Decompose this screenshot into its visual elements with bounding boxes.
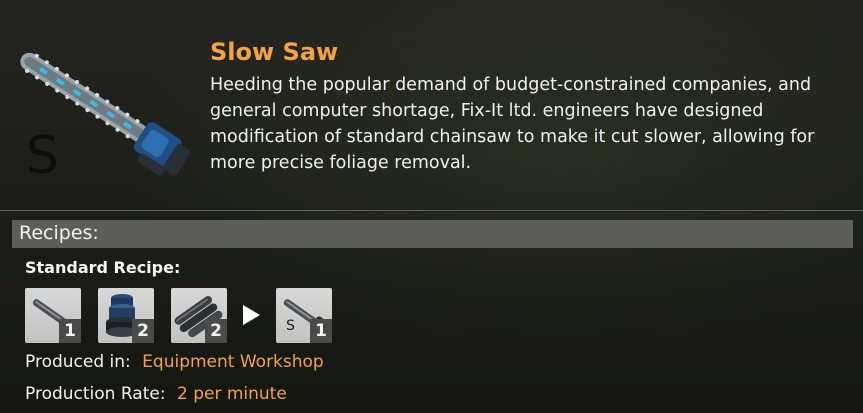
item-description: Heeding the popular demand of budget-con… <box>210 75 815 173</box>
recipes-header: Recipes: <box>12 220 853 248</box>
arrow-right-icon <box>243 305 260 325</box>
input-count: 2 <box>132 319 154 343</box>
recipe-name: Standard Recipe: <box>25 258 181 277</box>
divider <box>0 210 863 211</box>
item-title: Slow Saw <box>210 38 339 66</box>
recipe-input-slot-gear-stack[interactable]: 2 <box>98 288 154 343</box>
recipe-output-slot-chainsaw[interactable]: S 1 <box>276 288 332 343</box>
produced-in-value[interactable]: Equipment Workshop <box>142 352 324 372</box>
output-letter: S <box>286 318 295 334</box>
item-info-panel: S Slow Saw Heeding the popular demand of… <box>0 0 863 210</box>
production-rate-row: Production Rate: 2 per minute <box>25 384 287 404</box>
output-count: 1 <box>310 319 332 343</box>
input-count: 1 <box>59 319 81 343</box>
item-letter: S <box>26 126 60 186</box>
input-count: 2 <box>205 319 227 343</box>
produced-in-label: Produced in: <box>25 352 131 372</box>
production-rate-label: Production Rate: <box>25 384 166 404</box>
recipe-input-slot-rod[interactable]: 1 <box>25 288 81 343</box>
recipes-header-label: Recipes: <box>19 222 99 244</box>
produced-in-row: Produced in: Equipment Workshop <box>25 352 324 372</box>
recipe-input-slot-pipes[interactable]: 2 <box>171 288 227 343</box>
production-rate-value: 2 per minute <box>176 384 287 404</box>
